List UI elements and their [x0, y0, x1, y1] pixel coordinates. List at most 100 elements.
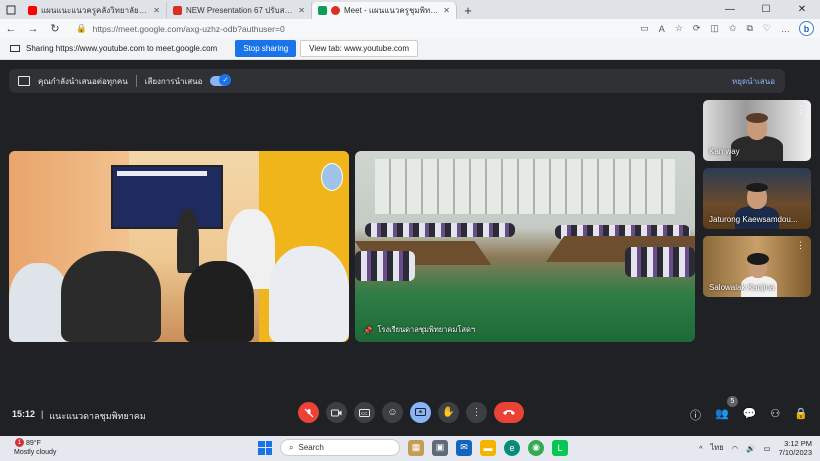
call-controls: CC ☺ ✋ ⋮ [298, 402, 524, 423]
meeting-details-icon[interactable]: ⓘ [690, 407, 701, 423]
bing-copilot-icon[interactable]: b [799, 21, 814, 36]
windows-taskbar: 89°F Mostly cloudy ⌕ Search ▦ ▣ ✉ ▬ e ◉ … [0, 436, 820, 461]
leave-call-button[interactable] [494, 402, 524, 423]
stop-sharing-button[interactable]: Stop sharing [235, 40, 297, 57]
meet-control-bar: 15:12 | แนะแนวดาลชุมพิทยาคม CC ☺ ✋ ⋮ ⓘ 👥… [0, 398, 820, 430]
person-image [746, 113, 768, 123]
video-tile-meeting-room[interactable]: 📌 โรงเรียนดาลชุมพิทยาคมโสดฯ [355, 151, 695, 342]
more-options-icon[interactable]: ⋮ [796, 104, 805, 115]
close-tab-icon[interactable]: ✕ [298, 6, 305, 15]
meeting-time: 15:12 [12, 409, 36, 419]
url-field[interactable]: 🔒 https://meet.google.com/axg-uzhz-odb?a… [76, 21, 506, 36]
refresh-sync-icon[interactable]: ⟳ [693, 23, 701, 34]
video-tile-classroom[interactable] [9, 151, 349, 342]
line-app-icon[interactable]: L [552, 439, 568, 456]
scene-person [184, 261, 254, 342]
close-tab-icon[interactable]: ✕ [153, 6, 160, 15]
tab-sharing-bar: Sharing https://www.youtube.com to meet.… [0, 38, 820, 60]
taskbar-search-input[interactable]: ⌕ Search [280, 439, 400, 456]
split-screen-icon[interactable]: ◫ [710, 23, 719, 34]
volume-icon[interactable]: 🔊 [746, 444, 755, 453]
mail-icon[interactable]: ✉ [456, 439, 472, 456]
scene-students [625, 247, 695, 277]
tab-title: NEW Presentation 67 ปรับสาสุด23... [186, 6, 294, 15]
school-logo-image [321, 163, 343, 191]
presentation-audio-label: เสียงการนำเสนอ [144, 76, 203, 86]
participant-tile[interactable]: ⋮ Salowalak Kanjina [703, 236, 811, 297]
read-aloud-icon[interactable]: A [659, 24, 665, 34]
battery-icon[interactable]: ▭ [764, 444, 771, 453]
forward-icon[interactable]: → [22, 23, 44, 35]
sharing-text: Sharing https://www.youtube.com to meet.… [26, 44, 218, 53]
youtube-favicon-icon [28, 6, 37, 15]
person-image [746, 183, 768, 192]
extensions-icon[interactable]: ♡ [763, 23, 771, 34]
lock-icon: 🔒 [76, 23, 87, 33]
activities-icon[interactable]: ⚇ [770, 407, 780, 423]
collections-icon[interactable]: ⧉ [746, 23, 752, 34]
back-icon[interactable]: ← [0, 23, 22, 35]
minimize-icon[interactable]: — [712, 0, 748, 19]
tab-title: Meet - แผนแนวครูชุมพิทยาคม [344, 6, 440, 15]
browser-tab-bar: แผนแนะแนวครูคลังวิทยาลัยสุขสมสุริย... ✕ … [0, 0, 820, 19]
more-options-icon[interactable]: ⋮ [466, 402, 487, 423]
presentation-audio-toggle[interactable] [210, 74, 232, 86]
close-tab-icon[interactable]: ✕ [443, 6, 450, 15]
start-icon[interactable] [258, 440, 272, 455]
participant-count-badge: 5 [727, 396, 738, 407]
file-explorer-icon[interactable]: ▬ [480, 439, 496, 456]
recording-dot-icon [331, 6, 340, 15]
more-options-icon[interactable]: ⋮ [796, 240, 805, 251]
chrome-icon[interactable]: ◉ [528, 439, 544, 456]
slides-favicon-icon [173, 6, 182, 15]
address-bar-row: ← → ↻ 🔒 https://meet.google.com/axg-uzhz… [0, 19, 820, 38]
favorite-star-icon[interactable]: ☆ [675, 23, 683, 34]
view-tab-button[interactable]: View tab: www.youtube.com [300, 40, 419, 57]
close-window-icon[interactable]: ✕ [784, 0, 820, 19]
camera-in-use-icon[interactable]: ▭ [640, 23, 649, 34]
search-icon: ⌕ [289, 442, 294, 452]
participant-name: Salowalak Kanjina [709, 283, 775, 292]
chevron-up-icon[interactable]: ^ [699, 444, 703, 453]
scene-person [61, 251, 161, 342]
present-screen-icon [18, 76, 30, 86]
weather-text: Mostly cloudy [14, 449, 57, 456]
scene-person [9, 263, 69, 342]
emoji-reaction-icon[interactable]: ☺ [382, 402, 403, 423]
input-language[interactable]: ไทย [711, 442, 724, 454]
raise-hand-icon[interactable]: ✋ [438, 402, 459, 423]
browser-tab-1[interactable]: แผนแนะแนวครูคลังวิทยาลัยสุขสมสุริย... ✕ [22, 2, 167, 19]
favorites-icon[interactable]: ✩ [729, 23, 737, 34]
pin-icon[interactable]: 📌 [363, 326, 372, 335]
tab-title: แผนแนะแนวครูคลังวิทยาลัยสุขสมสุริย... [41, 6, 150, 15]
wifi-icon[interactable]: ◠ [732, 444, 739, 453]
clock-date: 7/10/2023 [778, 448, 812, 457]
search-placeholder: Search [298, 443, 324, 452]
more-menu-icon[interactable]: … [781, 24, 790, 34]
edge-browser-icon[interactable]: e [504, 439, 520, 456]
scene-person [269, 246, 349, 342]
camera-icon[interactable] [326, 402, 347, 423]
taskbar-clock[interactable]: 3:12 PM 7/10/2023 [779, 439, 812, 457]
mic-off-icon[interactable] [298, 402, 319, 423]
captions-icon[interactable]: CC [354, 402, 375, 423]
tab-actions-icon[interactable] [0, 0, 22, 19]
task-view-icon[interactable]: ▣ [432, 439, 448, 456]
widgets-icon[interactable]: ▦ [408, 439, 424, 456]
chat-icon[interactable]: 💬 [743, 407, 757, 423]
browser-tab-2[interactable]: NEW Presentation 67 ปรับสาสุด23... ✕ [167, 2, 312, 19]
present-now-icon[interactable] [410, 402, 431, 423]
participant-tile[interactable]: Jaturong Kaewsamdou... [703, 168, 811, 229]
meeting-name: แนะแนวดาลชุมพิทยาคม [49, 411, 146, 421]
participant-tile[interactable]: ⋮ Kan way [703, 100, 811, 161]
meeting-sep: | [41, 409, 44, 419]
url-text: https://meet.google.com/axg-uzhz-odb?aut… [92, 23, 285, 34]
refresh-icon[interactable]: ↻ [44, 22, 66, 35]
maximize-icon[interactable]: ☐ [748, 0, 784, 19]
meet-favicon-icon [318, 6, 327, 15]
stop-presenting-link[interactable]: หยุดนำเสนอ [732, 75, 775, 88]
host-controls-icon[interactable]: 🔒 [794, 407, 808, 423]
people-icon[interactable]: 👥 [715, 407, 729, 423]
new-tab-button[interactable]: + [457, 2, 479, 19]
browser-tab-3[interactable]: Meet - แผนแนวครูชุมพิทยาคม ✕ [312, 2, 457, 19]
